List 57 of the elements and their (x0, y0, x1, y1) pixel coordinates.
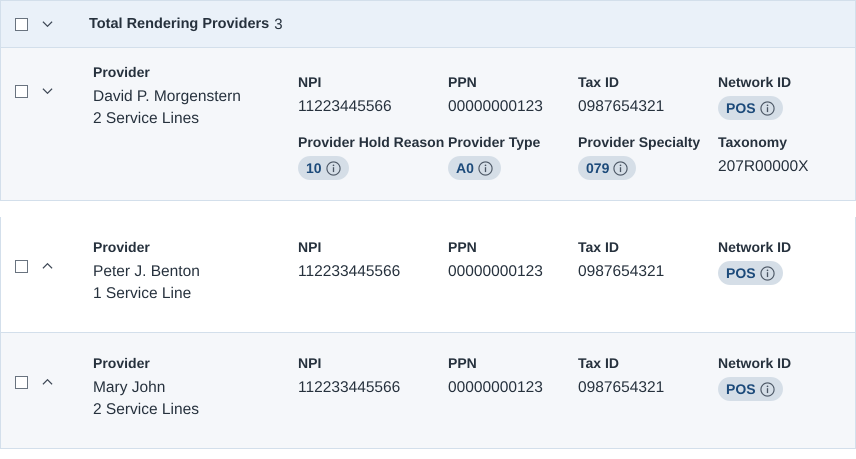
field-label: Tax ID (578, 74, 619, 90)
field-value: 00000000123 (448, 262, 543, 282)
checkbox[interactable] (15, 376, 28, 388)
provider-name: Peter J. Benton (93, 262, 201, 282)
field-label: Network ID (718, 239, 792, 255)
checkbox[interactable] (15, 84, 28, 98)
service-lines: 2 Service Lines (93, 109, 200, 129)
chevron-icon[interactable] (42, 87, 53, 95)
chevron-icon[interactable] (42, 378, 53, 386)
field-label: NPI (298, 74, 322, 90)
code-badge: A0 (448, 156, 501, 180)
field-value: 11223445566 (298, 97, 392, 117)
field-value: 0987654321 (578, 378, 664, 398)
code-badge: POS (718, 377, 783, 401)
field-label: PPN (448, 74, 477, 90)
field-label: PPN (448, 239, 477, 255)
field-value: 112233445566 (298, 378, 400, 398)
field-label: Provider (93, 64, 151, 80)
info-icon[interactable] (326, 160, 341, 176)
field-value: 0987654321 (578, 262, 664, 282)
info-icon[interactable] (760, 382, 775, 396)
code-badge: 10 (298, 156, 349, 180)
info-icon[interactable] (478, 160, 493, 176)
provider-name: Mary John (93, 378, 166, 398)
field-label: Provider (93, 355, 151, 371)
field-value: 0987654321 (578, 97, 664, 117)
info-icon[interactable] (760, 266, 775, 280)
field-label: Provider Hold Reason (298, 134, 444, 150)
field-label: Provider Specialty (578, 134, 700, 150)
field-label: PPN (448, 355, 477, 371)
code-badge: POS (718, 96, 783, 120)
code-badge: POS (718, 261, 783, 285)
info-icon[interactable] (613, 160, 628, 176)
field-label: Taxonomy (718, 134, 787, 150)
chevron-icon[interactable] (42, 20, 53, 28)
checkbox[interactable] (15, 18, 28, 30)
provider-name: David P. Morgenstern (93, 87, 242, 107)
chevron-icon[interactable] (42, 262, 53, 270)
service-lines: 2 Service Lines (93, 400, 200, 420)
field-label: Tax ID (578, 239, 619, 255)
provider-count: 3 (274, 16, 283, 32)
field-label: NPI (298, 239, 322, 255)
section-title: Total Rendering Providers (89, 16, 270, 32)
field-label: NPI (298, 355, 322, 371)
info-icon[interactable] (760, 100, 775, 116)
checkbox[interactable] (15, 260, 28, 272)
field-label: Provider (93, 239, 151, 255)
field-label: Network ID (718, 74, 792, 90)
code-badge: 079 (578, 156, 636, 180)
field-value: 00000000123 (448, 378, 543, 398)
field-label: Provider Type (448, 134, 540, 150)
field-value: 00000000123 (448, 97, 543, 117)
field-value: 112233445566 (298, 262, 400, 282)
service-lines: 1 Service Line (93, 284, 192, 304)
field-label: Tax ID (578, 355, 619, 371)
field-label: Network ID (718, 355, 792, 371)
field-value: 207R00000X (718, 157, 808, 177)
